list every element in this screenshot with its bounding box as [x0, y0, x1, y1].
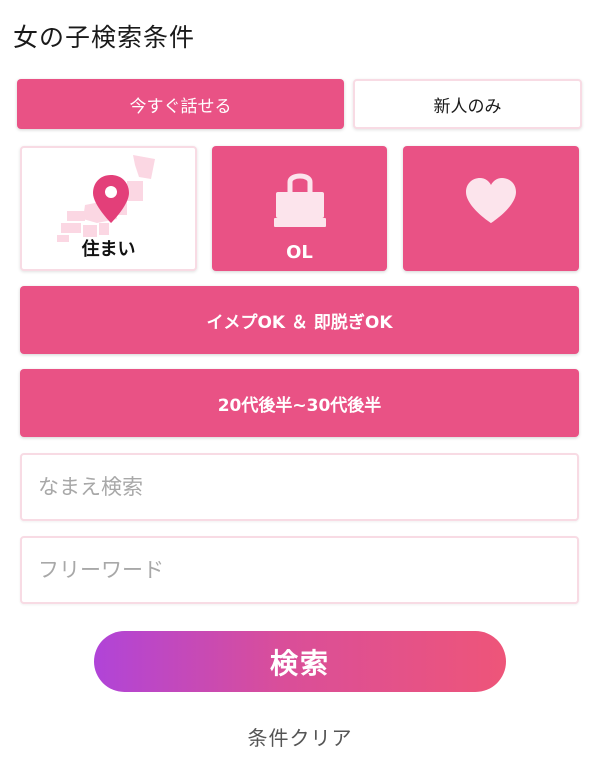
- occupation-tile[interactable]: OL: [212, 146, 387, 271]
- play-type-filter-button[interactable]: イメプOK ＆ 即脱ぎOK: [20, 286, 579, 354]
- name-search-field: [20, 453, 579, 521]
- heart-icon: [466, 178, 516, 223]
- search-button[interactable]: 検索: [94, 631, 506, 692]
- now-available-toggle[interactable]: 今すぐ話せる: [17, 79, 344, 129]
- freeword-input[interactable]: [22, 538, 577, 602]
- japan-map-pin-icon: [57, 155, 155, 242]
- freeword-field: [20, 536, 579, 604]
- clear-conditions-link[interactable]: 条件クリア: [0, 722, 600, 751]
- name-search-input[interactable]: [22, 455, 577, 519]
- preference-tile[interactable]: [403, 146, 579, 271]
- newbie-only-toggle[interactable]: 新人のみ: [353, 79, 582, 129]
- page-title: 女の子検索条件: [13, 23, 196, 52]
- shopping-bag-icon: [274, 173, 326, 227]
- age-range-filter-button[interactable]: 20代後半~30代後半: [20, 369, 579, 437]
- residence-tile[interactable]: 住まい: [20, 146, 197, 271]
- occupation-label: OL: [286, 242, 313, 263]
- residence-label: 住まい: [81, 239, 136, 260]
